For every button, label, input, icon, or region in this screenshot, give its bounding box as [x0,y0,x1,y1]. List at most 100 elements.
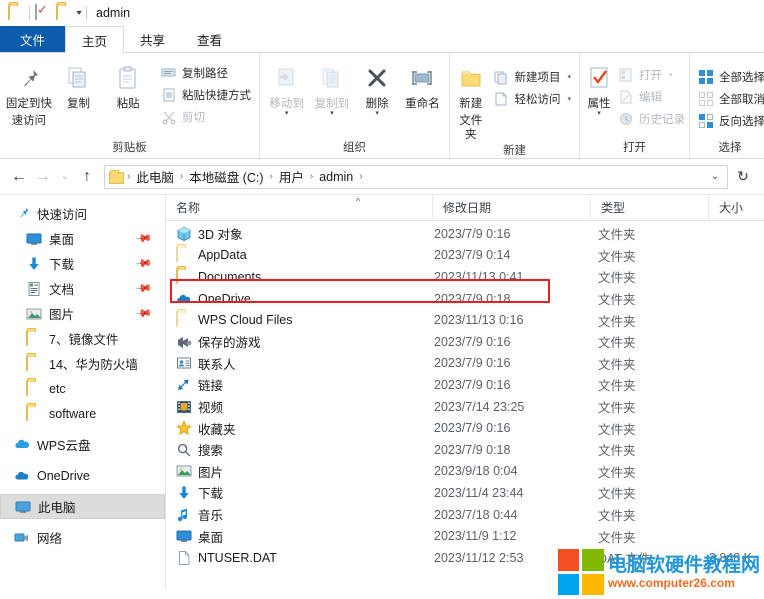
open-button[interactable]: 打开 ▾ [614,65,689,85]
column-header-date[interactable]: 修改日期 [432,195,590,220]
easy-access-button[interactable]: 轻松访问 ▾ [489,89,575,109]
table-row[interactable]: OneDrive 2023/7/9 0:18 文件夹 [166,288,764,310]
invert-selection-button[interactable]: 反向选择 [694,111,764,131]
select-none-button[interactable]: 全部取消 [694,89,764,109]
search-icon [176,442,192,458]
breadcrumb-local-disk[interactable]: 本地磁盘 (C:) [186,167,266,186]
move-to-button[interactable]: 移动到 ▾ [264,59,309,117]
pin-icon[interactable]: 📌 [135,254,154,273]
table-row[interactable]: 联系人 2023/7/9 0:16 文件夹 [166,353,764,375]
column-header-type[interactable]: 类型 [590,195,708,220]
tab-home[interactable]: 主页 [65,26,125,53]
new-item-icon [493,69,509,85]
chevron-down-icon[interactable]: ▾ [76,9,82,17]
refresh-button[interactable]: ↻ [730,165,756,189]
sidebar-item-huawei-firewall[interactable]: 14、华为防火墙 [0,351,165,376]
table-row[interactable]: Documents 2023/11/13 0:41 文件夹 [166,266,764,288]
pin-icon[interactable]: 📌 [135,279,154,298]
saved-games-icon [176,334,192,350]
sidebar-item-this-pc[interactable]: 此电脑 [0,494,165,519]
properties-button[interactable]: 属性 ▾ [584,59,614,117]
copy-path-icon [161,65,177,81]
sidebar-item-desktop[interactable]: 桌面 📌 [0,226,165,251]
table-row[interactable]: 桌面 2023/11/9 1:12 文件夹 [166,525,764,547]
tab-file[interactable]: 文件 [0,26,66,52]
back-button[interactable]: ← [8,165,30,189]
file-date: 2023/7/9 0:16 [434,226,511,241]
file-name-cell: 保存的游戏 [166,332,432,351]
copy-button[interactable]: 复制 [54,59,104,111]
table-row[interactable]: WPS Cloud Files 2023/11/13 0:16 文件夹 [166,309,764,331]
column-header-label: 名称 [176,201,201,215]
windows-logo-icon [557,549,604,595]
folder-pale-icon [176,246,192,263]
pin-icon[interactable]: 📌 [135,304,154,323]
sidebar-item-pictures[interactable]: 图片 📌 [0,301,165,326]
sidebar-item-label: 7、镜像文件 [49,333,119,347]
table-row[interactable]: 下载 2023/11/4 23:44 文件夹 [166,482,764,504]
sidebar-item-wps-cloud[interactable]: WPS云盘 [0,432,165,457]
recent-locations-button[interactable]: ⌄ [56,165,74,189]
breadcrumb-this-pc[interactable]: 此电脑 [133,167,177,186]
sidebar-item-documents[interactable]: 文档 📌 [0,276,165,301]
rename-button[interactable]: 重命名 [400,59,445,111]
table-row[interactable]: 保存的游戏 2023/7/9 0:16 文件夹 [166,331,764,353]
select-all-button[interactable]: 全部选择 [694,67,764,87]
label: 文件夹 [459,115,483,141]
table-row[interactable]: 搜索 2023/7/9 0:18 文件夹 [166,439,764,461]
sidebar-item-software[interactable]: software [0,401,165,426]
column-header-size[interactable]: 大小 [708,195,764,220]
sidebar-item-mirror-files[interactable]: 7、镜像文件 [0,326,165,351]
cut-button[interactable]: 剪切 [157,107,255,127]
ribbon-body: 固定到快 速访问 复制 粘贴 复制路径 粘贴快捷方式 剪切 剪贴板 移动到 ▾ … [0,53,764,159]
breadcrumb-admin[interactable]: admin [316,170,356,184]
pin-icon[interactable]: 📌 [135,229,154,248]
table-row[interactable]: 视频 2023/7/14 23:25 文件夹 [166,396,764,418]
file-type: 文件夹 [598,422,636,437]
paste-button[interactable]: 粘贴 [103,59,153,111]
address-input[interactable]: › 此电脑 › 本地磁盘 (C:) › 用户 › admin › ⌄ [104,164,728,189]
file-name-cell: WPS Cloud Files [166,311,432,328]
tab-share[interactable]: 共享 [124,26,181,52]
copy-to-button[interactable]: 复制到 ▾ [309,59,354,117]
ribbon-group-open: 属性 ▾ 打开 ▾ 编辑 历史记录 打开 [580,53,690,158]
sidebar-item-downloads[interactable]: 下载 📌 [0,251,165,276]
sidebar-item-network[interactable]: 网络 [0,525,165,550]
generic-file-icon [176,550,192,566]
network-icon [14,530,30,546]
address-dropdown-icon[interactable]: ⌄ [711,171,723,182]
table-row[interactable]: 音乐 2023/7/18 0:44 文件夹 [166,504,764,526]
file-name-cell: 下载 [166,483,432,502]
table-row[interactable]: AppData 2023/7/9 0:14 文件夹 [166,245,764,267]
new-folder-button[interactable]: 新建 文件夹 [454,59,487,142]
label: 固定到快 [5,98,52,110]
onedrive-cloud-icon [176,291,192,307]
paste-shortcut-button[interactable]: 粘贴快捷方式 [157,85,255,105]
copy-path-button[interactable]: 复制路径 [157,63,255,83]
breadcrumb-users[interactable]: 用户 [276,167,307,186]
music-note-icon [176,507,192,523]
new-folder-icon[interactable] [56,4,72,21]
table-row[interactable]: 图片 2023/9/18 0:04 文件夹 [166,461,764,483]
sidebar-item-onedrive[interactable]: OneDrive [0,463,165,488]
sidebar-item-quick-access[interactable]: 快速访问 [0,201,165,226]
tab-view[interactable]: 查看 [181,26,238,52]
pin-to-quick-access-button[interactable]: 固定到快 速访问 [4,59,54,128]
table-row[interactable]: 收藏夹 2023/7/9 0:16 文件夹 [166,417,764,439]
delete-button[interactable]: 删除 ▾ [355,59,400,117]
favorites-star-icon [176,420,192,436]
forward-button[interactable]: → [32,165,54,189]
table-row[interactable]: 链接 2023/7/9 0:16 文件夹 [166,374,764,396]
breadcrumb-separator: › [309,171,314,182]
folder-icon[interactable] [8,4,24,21]
up-button[interactable]: ↑ [76,165,98,189]
history-button[interactable]: 历史记录 [614,109,689,129]
properties-icon[interactable] [35,4,51,21]
file-name: 3D 对象 [198,228,243,243]
file-date: 2023/7/9 0:14 [434,248,511,263]
sidebar-item-etc[interactable]: etc [0,376,165,401]
table-row[interactable]: 3D 对象 2023/7/9 0:16 文件夹 [166,223,764,245]
column-header-name[interactable]: 名称 ^ [166,195,432,220]
edit-button[interactable]: 编辑 [614,87,689,107]
new-item-button[interactable]: 新建项目 ▾ [489,67,575,87]
